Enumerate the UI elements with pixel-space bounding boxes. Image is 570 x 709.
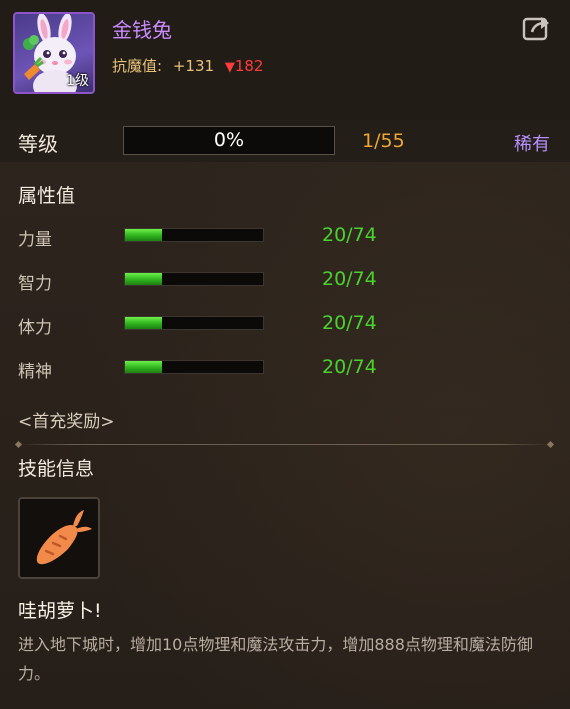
pet-header: 1级 金钱兔 抗魔值: +131 ▼182	[0, 0, 570, 120]
stat-bar-vitality	[124, 316, 264, 330]
stat-label-spirit: 精神	[18, 362, 52, 382]
skill-icon-frame[interactable]	[18, 497, 100, 579]
resist-value: +131	[172, 57, 215, 75]
resist-reduction: ▼182	[225, 57, 264, 75]
skill-title: 技能信息	[18, 458, 95, 480]
stat-value-intelligence: 20/74	[322, 268, 377, 290]
level-count: 1/55	[362, 130, 405, 152]
pet-info-panel: 1级 金钱兔 抗魔值: +131 ▼182 等级 0% 1/55 稀有 属性值 …	[0, 0, 570, 709]
skill-name: 哇胡萝卜!	[18, 600, 102, 622]
resist-reduction-value: 182	[234, 57, 264, 75]
stat-bar-fill	[125, 317, 163, 329]
pet-avatar[interactable]: 1级	[13, 12, 95, 94]
pet-name: 金钱兔	[112, 18, 172, 42]
stat-bar-strength	[124, 228, 264, 242]
down-arrow-icon: ▼	[224, 60, 235, 75]
skill-description: 进入地下城时，增加10点物理和魔法攻击力，增加888点物理和魔法防御力。	[18, 635, 533, 683]
resist-label: 抗魔值:	[112, 57, 163, 75]
level-progress-bar: 0%	[123, 126, 335, 155]
stat-bar-fill	[125, 229, 163, 241]
level-progress-text: 0%	[213, 129, 245, 151]
stat-value-vitality: 20/74	[322, 312, 377, 334]
stat-bar-fill	[125, 273, 163, 285]
stat-label-strength: 力量	[18, 230, 52, 250]
stat-bar-fill	[125, 361, 163, 373]
divider-ornament	[14, 440, 23, 449]
carrot-icon	[36, 510, 92, 565]
stat-bar-intelligence	[124, 272, 264, 286]
stat-value-strength: 20/74	[322, 224, 377, 246]
stat-label-intelligence: 智力	[18, 274, 52, 294]
stat-bar-spirit	[124, 360, 264, 374]
attributes-title: 属性值	[18, 185, 76, 207]
resist-row: 抗魔值: +131 ▼182	[112, 55, 263, 76]
divider-ornament	[546, 440, 555, 449]
stat-value-spirit: 20/74	[322, 356, 377, 378]
section-divider	[18, 444, 550, 445]
first-charge-reward-link[interactable]: <首充奖励>	[18, 407, 115, 432]
avatar-level-badge: 1级	[66, 73, 89, 89]
share-export-icon[interactable]	[522, 14, 552, 42]
stat-label-vitality: 体力	[18, 318, 52, 338]
level-label: 等级	[18, 132, 58, 156]
rarity-badge: 稀有	[514, 134, 550, 155]
